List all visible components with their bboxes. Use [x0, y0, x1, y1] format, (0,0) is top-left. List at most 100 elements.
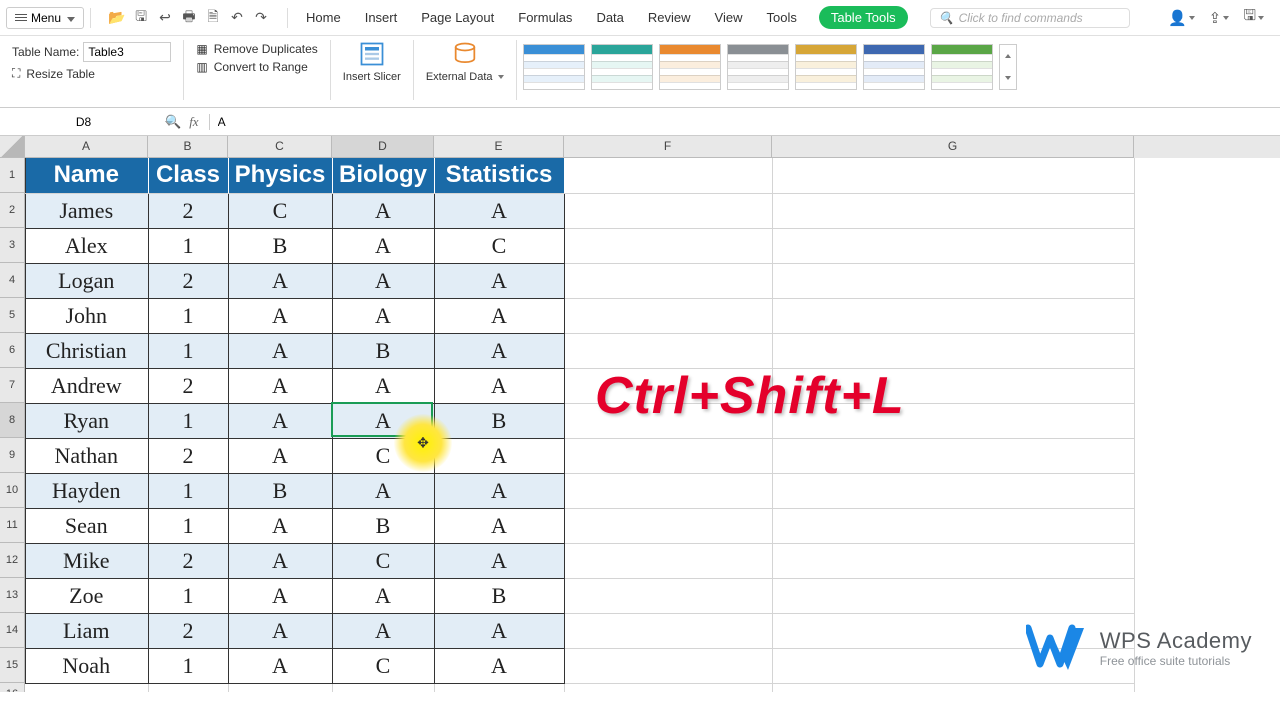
- tab-formulas[interactable]: Formulas: [516, 6, 574, 29]
- table-style-navy[interactable]: [863, 44, 925, 90]
- table-style-teal[interactable]: [591, 44, 653, 90]
- row-header-7[interactable]: 7: [0, 368, 25, 403]
- cell-E4[interactable]: A: [434, 263, 564, 298]
- cell-E9[interactable]: A: [434, 438, 564, 473]
- undo-icon[interactable]: ↶: [227, 8, 247, 28]
- row-header-2[interactable]: 2: [0, 193, 25, 228]
- cell-A10[interactable]: Hayden: [25, 473, 148, 508]
- convert-to-range-button[interactable]: ▥ Convert to Range: [196, 60, 317, 74]
- row-header-6[interactable]: 6: [0, 333, 25, 368]
- column-header-B[interactable]: B: [148, 136, 228, 158]
- open-file-icon[interactable]: 📂: [107, 8, 127, 28]
- cell-E15[interactable]: A: [434, 648, 564, 683]
- cell-A12[interactable]: Mike: [25, 543, 148, 578]
- cell-A16[interactable]: [25, 683, 148, 692]
- row-header-15[interactable]: 15: [0, 648, 25, 683]
- table-style-more-button[interactable]: [999, 44, 1017, 90]
- insert-slicer-button[interactable]: Insert Slicer: [337, 40, 407, 83]
- cell-E8[interactable]: B: [434, 403, 564, 438]
- row-header-3[interactable]: 3: [0, 228, 25, 263]
- cell-D16[interactable]: [332, 683, 434, 692]
- row-header-13[interactable]: 13: [0, 578, 25, 613]
- row-header-12[interactable]: 12: [0, 543, 25, 578]
- share-icon[interactable]: ⇪: [1209, 5, 1230, 30]
- cell-C3[interactable]: B: [228, 228, 332, 263]
- cell-A9[interactable]: Nathan: [25, 438, 148, 473]
- cell-D14[interactable]: A: [332, 613, 434, 648]
- column-header-E[interactable]: E: [434, 136, 564, 158]
- cell-B14[interactable]: 2: [148, 613, 228, 648]
- table-style-gold[interactable]: [795, 44, 857, 90]
- menu-button[interactable]: Menu: [6, 7, 84, 29]
- cell-A11[interactable]: Sean: [25, 508, 148, 543]
- cell-G13[interactable]: [772, 578, 1134, 613]
- table-style-orange[interactable]: [659, 44, 721, 90]
- cell-D8[interactable]: A: [332, 403, 434, 438]
- cell-C16[interactable]: [228, 683, 332, 692]
- cell-C1[interactable]: Physics: [228, 158, 332, 193]
- cell-C7[interactable]: A: [228, 368, 332, 403]
- table-name-input[interactable]: [83, 42, 171, 62]
- cell-B3[interactable]: 1: [148, 228, 228, 263]
- tab-review[interactable]: Review: [646, 6, 693, 29]
- cell-D5[interactable]: A: [332, 298, 434, 333]
- cell-A7[interactable]: Andrew: [25, 368, 148, 403]
- cell-A13[interactable]: Zoe: [25, 578, 148, 613]
- cell-F11[interactable]: [564, 508, 772, 543]
- cell-F2[interactable]: [564, 193, 772, 228]
- cell-B7[interactable]: 2: [148, 368, 228, 403]
- print-preview-icon[interactable]: 🗎: [203, 8, 223, 28]
- select-all-corner[interactable]: [0, 136, 25, 158]
- external-data-button[interactable]: External Data: [420, 40, 510, 83]
- cell-B12[interactable]: 2: [148, 543, 228, 578]
- spreadsheet-grid[interactable]: ABCDEFG 12345678910111213141516 NameClas…: [0, 136, 1280, 692]
- table-style-gray[interactable]: [727, 44, 789, 90]
- row-header-16[interactable]: 16: [0, 683, 25, 692]
- cell-E1[interactable]: Statistics: [434, 158, 564, 193]
- row-header-5[interactable]: 5: [0, 298, 25, 333]
- print-quick-icon[interactable]: ↩: [155, 8, 175, 28]
- remove-duplicates-button[interactable]: ▦ Remove Duplicates: [196, 42, 317, 56]
- cell-G4[interactable]: [772, 263, 1134, 298]
- cell-C11[interactable]: A: [228, 508, 332, 543]
- cell-B4[interactable]: 2: [148, 263, 228, 298]
- cell-F13[interactable]: [564, 578, 772, 613]
- cell-D10[interactable]: A: [332, 473, 434, 508]
- cell-G3[interactable]: [772, 228, 1134, 263]
- cell-B16[interactable]: [148, 683, 228, 692]
- cell-G16[interactable]: [772, 683, 1134, 692]
- column-header-C[interactable]: C: [228, 136, 332, 158]
- cell-F10[interactable]: [564, 473, 772, 508]
- cell-G5[interactable]: [772, 298, 1134, 333]
- tab-table-tools[interactable]: Table Tools: [819, 6, 908, 29]
- row-header-9[interactable]: 9: [0, 438, 25, 473]
- cell-C12[interactable]: A: [228, 543, 332, 578]
- cell-F15[interactable]: [564, 648, 772, 683]
- row-header-10[interactable]: 10: [0, 473, 25, 508]
- tab-tools[interactable]: Tools: [764, 6, 798, 29]
- formula-input[interactable]: [210, 115, 1280, 129]
- cell-B2[interactable]: 2: [148, 193, 228, 228]
- cell-A4[interactable]: Logan: [25, 263, 148, 298]
- tab-data[interactable]: Data: [594, 6, 625, 29]
- cell-G6[interactable]: [772, 333, 1134, 368]
- row-header-11[interactable]: 11: [0, 508, 25, 543]
- cell-E13[interactable]: B: [434, 578, 564, 613]
- cell-G2[interactable]: [772, 193, 1134, 228]
- row-header-14[interactable]: 14: [0, 613, 25, 648]
- name-box[interactable]: [0, 115, 155, 129]
- cell-G1[interactable]: [772, 158, 1134, 193]
- cell-C8[interactable]: A: [228, 403, 332, 438]
- name-box-input[interactable]: [6, 115, 161, 129]
- cell-A6[interactable]: Christian: [25, 333, 148, 368]
- cell-E2[interactable]: A: [434, 193, 564, 228]
- cell-F9[interactable]: [564, 438, 772, 473]
- fx-icon[interactable]: fx: [189, 114, 198, 130]
- cell-D15[interactable]: C: [332, 648, 434, 683]
- cell-C14[interactable]: A: [228, 613, 332, 648]
- cell-E16[interactable]: [434, 683, 564, 692]
- column-header-D[interactable]: D: [332, 136, 434, 158]
- cell-D1[interactable]: Biology: [332, 158, 434, 193]
- user-add-icon[interactable]: 👤: [1168, 5, 1195, 30]
- cell-E7[interactable]: A: [434, 368, 564, 403]
